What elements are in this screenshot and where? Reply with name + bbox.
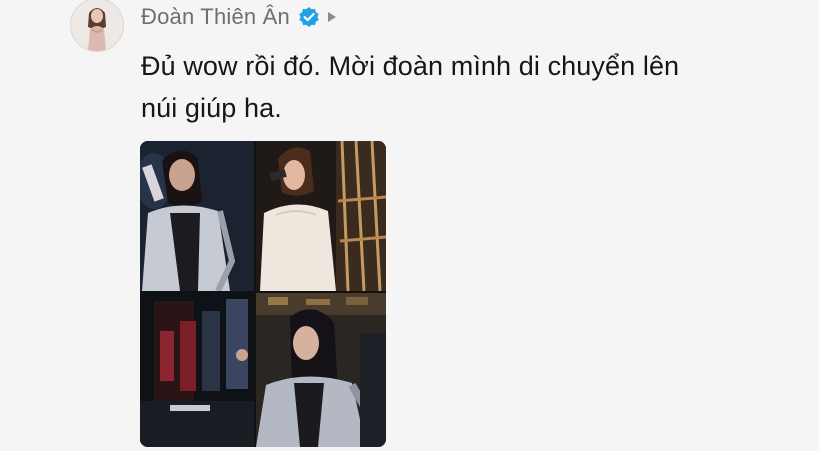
message-text: Đủ wow rồi đó. Mời đoàn mình di chuyển l… [141,45,819,129]
verified-badge-icon [299,7,319,27]
message-line: núi giúp ha. [141,93,282,123]
message-line: Đủ wow rồi đó. Mời đoàn mình di chuyển l… [141,51,680,81]
photo-image [140,141,254,447]
photo-singing-microphone[interactable] [256,141,386,291]
author-name[interactable]: Đoàn Thiên Ân [141,4,290,30]
play-triangle-icon[interactable] [326,10,338,24]
post-header: Đoàn Thiên Ân [141,1,338,33]
media-collage[interactable] [140,141,386,447]
avatar-photo [71,0,123,51]
photo-image [256,293,386,447]
photo-singing-stage[interactable] [140,141,254,447]
photo-image [256,141,386,291]
author-avatar[interactable] [70,0,124,52]
comment-post: Đoàn Thiên Ân Đủ wow rồi đó. Mời đoàn mì… [0,0,819,451]
photo-denim-jacket[interactable] [256,293,386,447]
